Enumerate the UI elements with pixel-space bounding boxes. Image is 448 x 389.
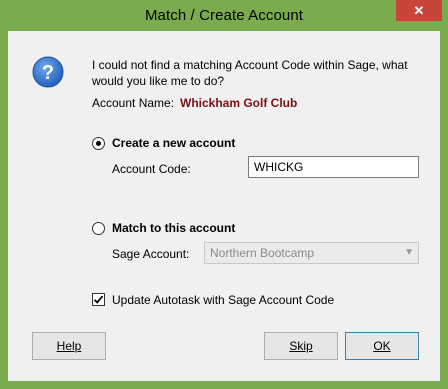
ok-button[interactable]: OK xyxy=(345,332,419,360)
close-button[interactable]: ✕ xyxy=(396,0,442,21)
match-account-label[interactable]: Match to this account xyxy=(112,221,235,235)
question-icon: ? xyxy=(32,56,64,88)
account-code-label: Account Code: xyxy=(112,162,191,176)
match-account-radio[interactable] xyxy=(92,222,105,235)
sage-account-label: Sage Account: xyxy=(112,247,190,261)
account-code-input[interactable] xyxy=(248,156,419,178)
title-bar[interactable]: Match / Create Account ✕ xyxy=(0,0,448,31)
svg-text:?: ? xyxy=(42,62,54,84)
close-icon: ✕ xyxy=(413,2,425,18)
window-title: Match / Create Account xyxy=(144,7,304,24)
chevron-down-icon: ▼ xyxy=(404,247,414,258)
dialog-message: I could not find a matching Account Code… xyxy=(92,58,408,88)
skip-button[interactable]: Skip xyxy=(264,332,338,360)
create-account-label[interactable]: Create a new account xyxy=(112,136,235,150)
sage-account-value: Northern Bootcamp xyxy=(210,246,315,260)
update-autotask-checkbox[interactable] xyxy=(92,293,105,306)
dialog-body: ? I could not find a matching Account Co… xyxy=(8,31,440,381)
dialog-window: Match / Create Account ✕ ? I could not f… xyxy=(0,0,448,389)
account-name-label: Account Name: xyxy=(92,96,175,110)
checkmark-icon xyxy=(93,295,104,304)
account-name-value: Whickham Golf Club xyxy=(180,96,298,110)
update-autotask-label[interactable]: Update Autotask with Sage Account Code xyxy=(112,293,334,307)
help-button[interactable]: Help xyxy=(32,332,106,360)
create-account-radio[interactable] xyxy=(92,137,105,150)
sage-account-select[interactable]: Northern Bootcamp ▼ xyxy=(204,242,419,264)
